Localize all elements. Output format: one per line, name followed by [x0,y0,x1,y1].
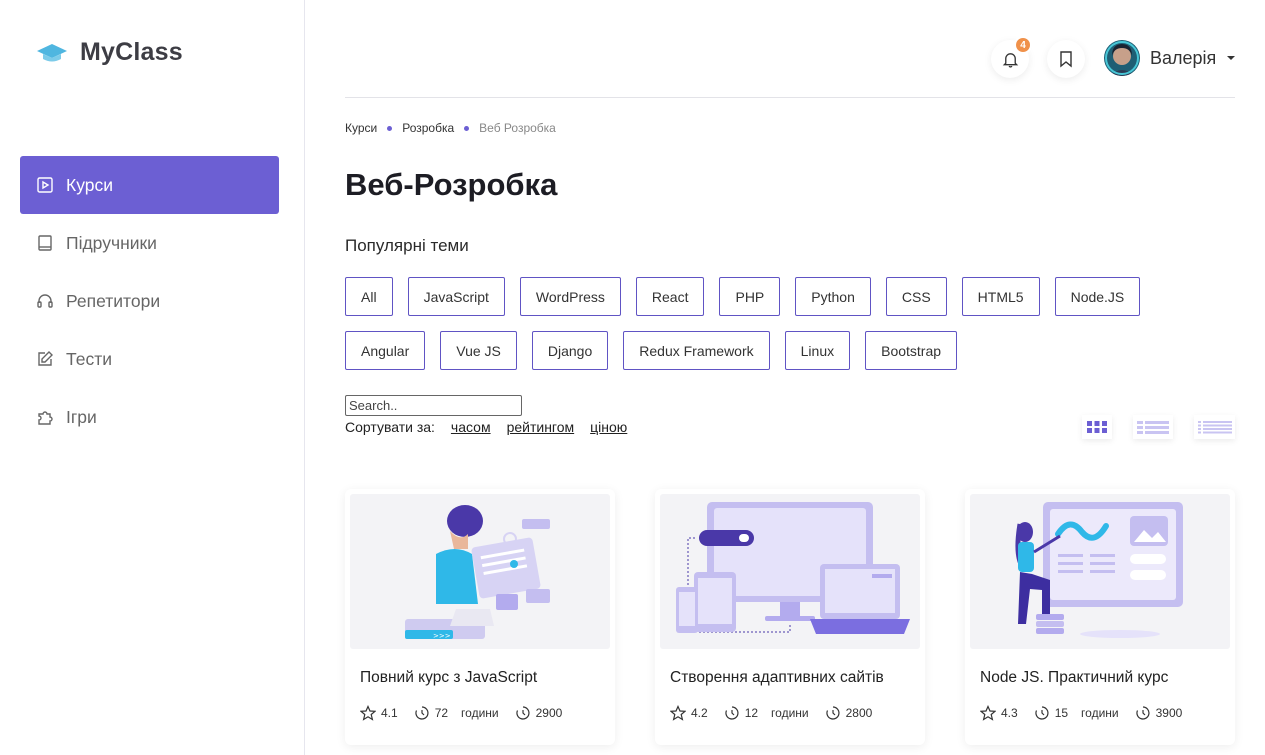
header-divider [345,97,1235,98]
breadcrumb-link[interactable]: Курси [345,121,377,135]
course-rating: 4.1 [360,705,398,721]
course-views: 2800 [825,705,872,721]
play-square-icon [37,177,53,193]
user-menu[interactable]: Валерія [1104,40,1236,76]
sidebar-item-label: Тести [66,348,112,369]
tag-css[interactable]: CSS [885,277,947,316]
course-title: Створення адаптивних сайтів [670,669,884,686]
tag-list-row1: All JavaScript WordPress React PHP Pytho… [345,277,1235,316]
clock-icon [415,706,429,720]
sort-bar: Сортувати за: часом рейтингом ціною [345,419,627,435]
grid-view-button[interactable] [1082,415,1112,439]
sort-by-price[interactable]: ціною [590,419,627,435]
tag-all[interactable]: All [345,277,393,316]
tag-wordpress[interactable]: WordPress [519,277,621,316]
avatar [1104,40,1140,76]
star-icon [670,705,686,721]
sort-by-rating[interactable]: рейтингом [507,419,575,435]
sort-by-time[interactable]: часом [451,419,491,435]
book-icon [38,235,52,251]
sidebar-nav: Курси Підручники Репетитори Тести Ігри [20,156,279,446]
logo-text: MyClass [80,38,183,66]
graduation-cap-icon [37,43,67,61]
sidebar-item-label: Ігри [66,406,97,427]
tag-list-row2: Angular Vue JS Django Redux Framework Li… [345,331,1235,370]
bell-icon [1002,52,1018,68]
star-icon [980,705,996,721]
course-views: 3900 [1135,705,1182,721]
breadcrumb-separator [387,125,393,131]
tag-python[interactable]: Python [795,277,871,316]
views-icon [1136,706,1150,720]
views-icon [826,706,840,720]
edit-icon [38,351,53,366]
list-view-button[interactable] [1133,415,1173,439]
svg-text:>>>: >>> [433,632,451,640]
tag-react[interactable]: React [635,277,705,316]
course-meta: 4.1 72 години 2900 [360,705,578,721]
sidebar: MyClass Курси Підручники Репетитори Тест… [0,0,305,755]
tag-nodejs[interactable]: Node.JS [1054,277,1141,316]
course-duration: 15 години [1034,705,1119,721]
sidebar-item-label: Курси [66,174,114,195]
course-meta: 4.2 12 години 2800 [670,705,888,721]
bookmarks-button[interactable] [1047,40,1085,78]
breadcrumb-separator [464,125,470,131]
course-duration: 72 години [414,705,499,721]
course-card[interactable]: Node JS. Практичний курс 4.3 15 години 3… [965,489,1235,745]
breadcrumb-link[interactable]: Розробка [402,121,454,135]
popular-topics-title: Популярні теми [345,236,469,255]
sidebar-item-courses[interactable]: Курси [20,156,279,214]
tag-javascript[interactable]: JavaScript [407,277,505,316]
compact-list-view-button[interactable] [1194,415,1235,439]
course-illustration [970,494,1230,649]
search-input[interactable] [345,395,522,416]
tag-php[interactable]: PHP [719,277,781,316]
sidebar-item-label: Підручники [66,232,157,253]
app-root: MyClass Курси Підручники Репетитори Тест… [0,0,1265,755]
sidebar-item-tests[interactable]: Тести [20,330,279,388]
tag-angular[interactable]: Angular [345,331,426,370]
course-illustration [660,494,920,649]
list-view-icon [1137,421,1169,434]
puzzle-icon [38,411,53,425]
course-meta: 4.3 15 години 3900 [980,705,1198,721]
breadcrumb-current: Веб Розробка [479,121,556,135]
course-card[interactable]: Створення адаптивних сайтів 4.2 12 годин… [655,489,925,745]
tag-linux[interactable]: Linux [784,331,851,370]
course-duration: 12 години [724,705,809,721]
compact-list-icon [1197,421,1232,434]
tag-redux-framework[interactable]: Redux Framework [623,331,770,370]
notifications-button[interactable]: 4 [991,36,1032,78]
views-icon [516,706,530,720]
tag-django[interactable]: Django [531,331,609,370]
course-rating: 4.3 [980,705,1018,721]
course-title: Повний курс з JavaScript [360,669,538,686]
tag-html5[interactable]: HTML5 [961,277,1040,316]
user-name: Валерія [1150,47,1217,68]
star-icon [360,705,376,721]
course-title: Node JS. Практичний курс [980,669,1169,686]
sidebar-item-label: Репетитори [66,290,161,311]
sort-label: Сортувати за: [345,419,435,435]
headphones-icon [37,294,53,308]
logo[interactable]: MyClass [36,38,183,67]
clock-icon [725,706,739,720]
page-title: Веб-Розробка [345,167,558,202]
notification-badge: 4 [1014,36,1032,54]
course-views: 2900 [515,705,562,721]
chevron-down-icon [1227,56,1236,60]
course-illustration: >>> [350,494,610,649]
clock-icon [1035,706,1049,720]
breadcrumb: Курси Розробка Веб Розробка [345,121,556,135]
course-rating: 4.2 [670,705,708,721]
sidebar-item-tutors[interactable]: Репетитори [20,272,279,330]
tag-vuejs[interactable]: Vue JS [440,331,517,370]
tag-bootstrap[interactable]: Bootstrap [865,331,958,370]
bookmark-icon [1060,51,1072,68]
sidebar-item-textbooks[interactable]: Підручники [20,214,279,272]
course-card[interactable]: >>> Повний курс з JavaScript 4.1 72 годи… [345,489,615,745]
sidebar-item-games[interactable]: Ігри [20,388,279,446]
grid-view-icon [1087,421,1107,433]
